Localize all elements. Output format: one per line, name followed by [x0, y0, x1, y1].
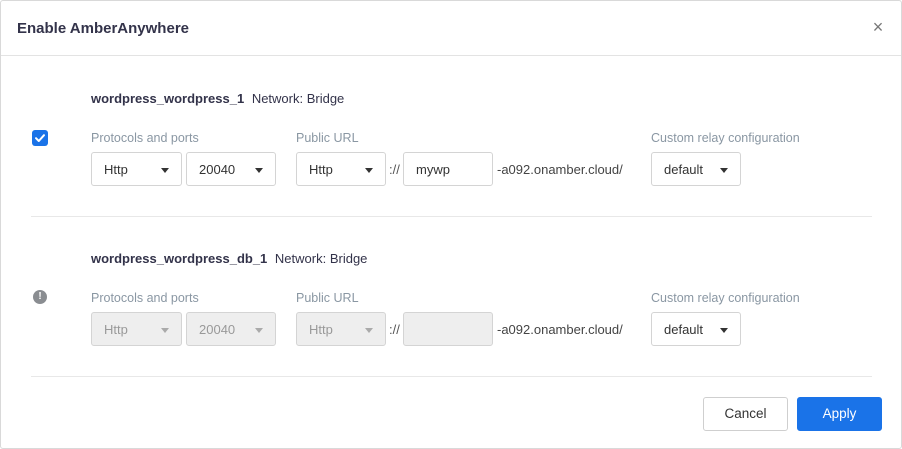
container-name: wordpress_wordpress_db_1: [91, 251, 268, 266]
url-protocol-value: Http: [309, 322, 333, 337]
protocols-label: Protocols and ports: [91, 291, 199, 305]
chevron-down-icon: [255, 168, 263, 173]
domain-suffix: -a092.onamber.cloud/: [497, 322, 623, 337]
port-value: 20040: [199, 322, 236, 337]
row-divider: [31, 376, 872, 377]
relay-label: Custom relay configuration: [651, 131, 800, 145]
close-icon[interactable]: ×: [869, 18, 887, 36]
relay-select[interactable]: default: [651, 152, 741, 186]
chevron-down-icon: [161, 168, 169, 173]
cancel-button[interactable]: Cancel: [703, 397, 788, 431]
subdomain-input-disabled: [403, 312, 493, 346]
chevron-down-icon: [161, 328, 169, 333]
network-label: Network: Bridge: [274, 251, 368, 266]
chevron-down-icon: [365, 328, 373, 333]
protocol-value: Http: [104, 162, 128, 177]
port-select-disabled: 20040: [186, 312, 276, 346]
chevron-down-icon: [255, 328, 263, 333]
relay-value: default: [664, 322, 704, 337]
row-1-enable-checkbox[interactable]: [32, 130, 48, 146]
row-divider: [31, 216, 872, 217]
url-protocol-select[interactable]: Http: [296, 152, 386, 186]
public-url-label: Public URL: [296, 291, 359, 305]
port-value: 20040: [199, 162, 236, 177]
container-name: wordpress_wordpress_1: [91, 91, 245, 106]
enable-amberanywhere-dialog: Enable AmberAnywhere × wordpress_wordpre…: [0, 0, 902, 449]
chevron-down-icon: [365, 168, 373, 173]
url-separator: ://: [389, 162, 400, 177]
protocol-value: Http: [104, 322, 128, 337]
info-warning-icon[interactable]: !: [33, 290, 47, 304]
public-url-label: Public URL: [296, 131, 359, 145]
port-select[interactable]: 20040: [186, 152, 276, 186]
protocols-label: Protocols and ports: [91, 131, 199, 145]
network-label: Network: Bridge: [251, 91, 345, 106]
dialog-title: Enable AmberAnywhere: [17, 20, 189, 37]
chevron-down-icon: [720, 328, 728, 333]
relay-select[interactable]: default: [651, 312, 741, 346]
subdomain-input[interactable]: mywp: [403, 152, 493, 186]
row-2-header: wordpress_wordpress_db_1 Network: Bridge: [91, 251, 367, 266]
url-separator: ://: [389, 322, 400, 337]
check-icon: [35, 134, 45, 142]
url-protocol-value: Http: [309, 162, 333, 177]
relay-value: default: [664, 162, 704, 177]
protocol-select-disabled: Http: [91, 312, 182, 346]
relay-label: Custom relay configuration: [651, 291, 800, 305]
apply-button[interactable]: Apply: [797, 397, 882, 431]
subdomain-value: mywp: [416, 162, 450, 177]
row-1-header: wordpress_wordpress_1 Network: Bridge: [91, 91, 344, 106]
protocol-select[interactable]: Http: [91, 152, 182, 186]
dialog-header: Enable AmberAnywhere ×: [1, 1, 901, 56]
domain-suffix: -a092.onamber.cloud/: [497, 162, 623, 177]
chevron-down-icon: [720, 168, 728, 173]
url-protocol-select-disabled: Http: [296, 312, 386, 346]
